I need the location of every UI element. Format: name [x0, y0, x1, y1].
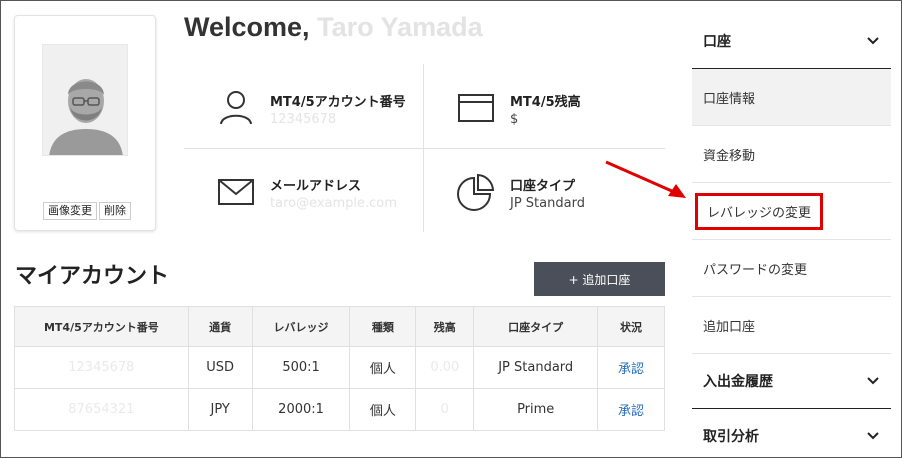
table-row: 87654321 JPY 2000:1 個人 0 Prime 承認 [14, 388, 665, 431]
pie-chart-icon [457, 173, 495, 211]
account-type-info: 口座タイプ JP Standard [456, 172, 585, 212]
account-number-cell: 87654321 [14, 388, 189, 431]
kind-cell: 個人 [349, 388, 417, 431]
sidebar-item-label: 追加口座 [703, 319, 756, 335]
card-icon [458, 94, 494, 122]
sidebar-item-fund-transfer[interactable]: 資金移動 [692, 126, 891, 183]
account-info-grid: MT4/5アカウント番号 12345678 MT4/5残高 $ メールアドレス … [184, 64, 665, 232]
welcome-prefix: Welcome, [184, 12, 310, 42]
currency-cell: JPY [187, 388, 253, 431]
balance-cell: 0 [415, 388, 475, 431]
account-number-label: MT4/5アカウント番号 [270, 95, 406, 110]
column-header: MT4/5アカウント番号 [14, 306, 189, 347]
user-icon [220, 91, 252, 125]
user-name: Taro Yamada [317, 12, 483, 42]
balance-cell: 0.00 [415, 346, 475, 389]
account-number-value: 12345678 [270, 112, 337, 127]
delete-image-button[interactable]: 削除 [99, 202, 131, 220]
sidebar-item-label: 資金移動 [703, 148, 756, 164]
annotation-arrow-icon [605, 160, 686, 198]
mail-icon [218, 179, 254, 205]
account-number-cell: 12345678 [14, 346, 189, 389]
chevron-down-icon [867, 377, 879, 385]
sidebar-item-account-info[interactable]: 口座情報 [692, 69, 891, 126]
column-header: 状況 [597, 306, 665, 347]
sidebar-section-label: 取引分析 [703, 429, 759, 445]
kind-cell: 個人 [349, 346, 417, 389]
sidebar-item-additional-account[interactable]: 追加口座 [692, 297, 891, 354]
sidebar-item-label: 口座情報 [703, 91, 756, 107]
balance-label: MT4/5残高 [510, 95, 581, 110]
email-label: メールアドレス [270, 179, 362, 194]
welcome-heading: Welcome, Taro Yamada [184, 12, 483, 43]
account-type-value: JP Standard [510, 196, 585, 211]
account-type-cell: Prime [473, 388, 599, 431]
accounts-table: MT4/5アカウント番号 通貨 レバレッジ 種類 残高 口座タイプ 状況 123… [14, 306, 665, 431]
chevron-down-icon [867, 37, 879, 45]
table-header-row: MT4/5アカウント番号 通貨 レバレッジ 種類 残高 口座タイプ 状況 [14, 306, 665, 347]
column-header: 通貨 [187, 306, 253, 347]
column-header: 口座タイプ [473, 306, 599, 347]
sidebar-section-account[interactable]: 口座 [692, 14, 891, 69]
avatar [42, 44, 128, 156]
divider [184, 148, 665, 149]
sidebar-section-trade-analysis[interactable]: 取引分析 [692, 409, 891, 458]
account-type-label: 口座タイプ [510, 179, 576, 194]
profile-card: 画像変更 削除 [14, 15, 156, 231]
account-type-cell: JP Standard [473, 346, 599, 389]
column-header: 種類 [349, 306, 417, 347]
sidebar: 口座 口座情報 資金移動 レバレッジの変更 パスワードの変更 追加口座 入出金履… [692, 14, 891, 458]
email-info: メールアドレス taro@example.com [216, 172, 397, 212]
balance-value: $ [510, 112, 519, 127]
status-link[interactable]: 承認 [597, 346, 665, 389]
my-account-title: マイアカウント [15, 264, 170, 289]
sidebar-item-change-password[interactable]: パスワードの変更 [692, 240, 891, 297]
status-link[interactable]: 承認 [597, 388, 665, 431]
leverage-cell: 2000:1 [251, 388, 351, 431]
change-image-button[interactable]: 画像変更 [43, 202, 97, 220]
column-header: 残高 [415, 306, 475, 347]
user-avatar-icon [43, 59, 127, 155]
sidebar-item-change-leverage[interactable]: レバレッジの変更 [692, 183, 891, 240]
balance-info: MT4/5残高 $ [456, 88, 581, 128]
column-header: レバレッジ [251, 306, 351, 347]
table-row: 12345678 USD 500:1 個人 0.00 JP Standard 承… [14, 346, 665, 389]
sidebar-item-label: レバレッジの変更 [695, 192, 824, 230]
email-value: taro@example.com [270, 196, 397, 211]
account-number-info: MT4/5アカウント番号 12345678 [216, 88, 406, 128]
chevron-down-icon [867, 432, 879, 440]
leverage-cell: 500:1 [251, 346, 351, 389]
currency-cell: USD [187, 346, 253, 389]
add-account-button[interactable]: + 追加口座 [534, 262, 665, 296]
sidebar-section-deposit-history[interactable]: 入出金履歴 [692, 354, 891, 409]
sidebar-section-label: 口座 [703, 34, 731, 50]
sidebar-item-label: パスワードの変更 [703, 262, 808, 278]
sidebar-section-label: 入出金履歴 [703, 374, 773, 390]
